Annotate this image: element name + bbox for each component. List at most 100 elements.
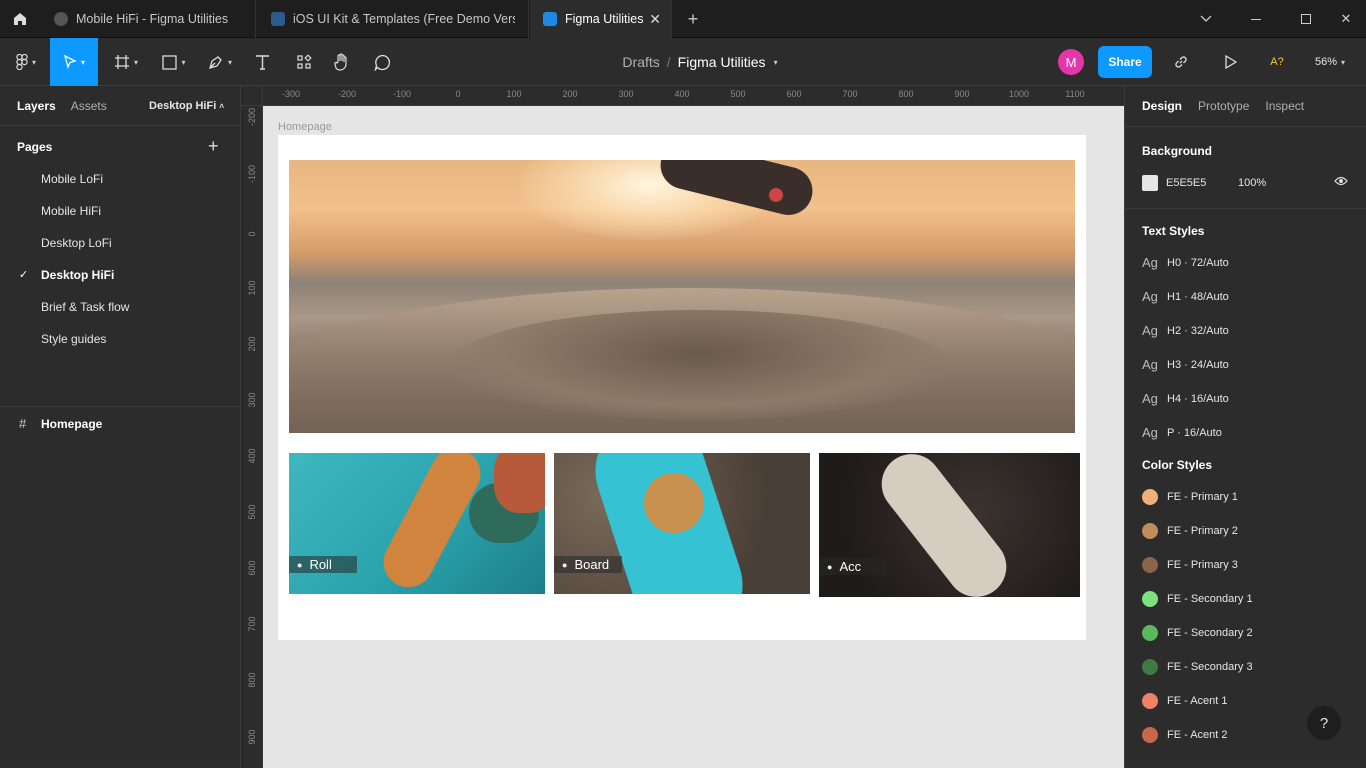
chevron-down-icon[interactable] <box>1186 0 1226 38</box>
left-panel-tabs: Layers Assets Desktop HiFi ˄ <box>0 86 240 126</box>
ruler-tick: 600 <box>786 89 802 99</box>
page-switcher[interactable]: Desktop HiFi ˄ <box>149 100 224 112</box>
ruler-tick: 400 <box>247 448 257 464</box>
tab-prototype[interactable]: Prototype <box>1198 99 1249 113</box>
ruler-tick: 500 <box>730 89 746 99</box>
page-item-desktop-lofi[interactable]: Desktop LoFi <box>41 236 112 250</box>
tab-title: Mobile HiFi - Figma Utilities <box>76 12 229 26</box>
frame-icon <box>114 55 129 69</box>
present-button[interactable] <box>1218 38 1244 86</box>
hand-icon <box>334 53 347 71</box>
canvas[interactable]: Homepage ● Roll ● Board ● Acc <box>263 106 1124 768</box>
card-label: ● Board <box>554 556 622 573</box>
ruler-tick: 400 <box>674 89 690 99</box>
background-swatch[interactable] <box>1142 175 1158 191</box>
color-swatch <box>1142 693 1158 709</box>
tab-title: Figma Utilities <box>565 12 644 26</box>
layer-item-homepage[interactable]: Homepage <box>41 417 102 431</box>
browser-tab-2[interactable]: Figma Utilities ✕ <box>530 0 672 38</box>
hand-tool-button[interactable] <box>328 38 356 86</box>
browser-tab-1[interactable]: iOS UI Kit & Templates (Free Demo Versio… <box>257 0 529 38</box>
shape-tool-button[interactable]: ▾ <box>154 38 194 86</box>
eye-icon[interactable] <box>1334 176 1348 186</box>
file-name[interactable]: Figma Utilities <box>678 54 766 70</box>
cursor-icon <box>64 55 77 69</box>
ruler-tick: 700 <box>247 616 257 632</box>
text-style-h1[interactable]: Ag H1 · 48/Auto <box>1142 289 1229 304</box>
ruler-corner <box>241 86 263 106</box>
tab-assets[interactable]: Assets <box>71 99 107 113</box>
chevron-down-icon[interactable]: ▾ <box>774 58 778 67</box>
new-tab-icon[interactable]: + <box>680 0 706 38</box>
background-hex[interactable]: E5E5E5 <box>1166 177 1206 189</box>
hero-image <box>289 160 1075 433</box>
frame-tool-button[interactable]: ▾ <box>106 38 146 86</box>
ruler-tick: -100 <box>247 165 257 184</box>
color-style-primary-3[interactable]: FE - Primary 3 <box>1142 557 1238 573</box>
avatar[interactable]: M <box>1057 38 1085 86</box>
color-style-secondary-3[interactable]: FE - Secondary 3 <box>1142 659 1253 675</box>
color-style-secondary-1[interactable]: FE - Secondary 1 <box>1142 591 1253 607</box>
ruler-tick: 900 <box>954 89 970 99</box>
figma-menu-button[interactable]: ▾ <box>8 38 44 86</box>
figma-file-icon <box>543 12 557 26</box>
resources-button[interactable] <box>290 38 318 86</box>
restore-icon[interactable] <box>1286 0 1326 38</box>
ruler-tick: -300 <box>281 89 301 99</box>
card-roll[interactable]: ● Roll <box>289 453 545 594</box>
tab-design[interactable]: Design <box>1142 99 1182 113</box>
text-style-h0[interactable]: Ag H0 · 72/Auto <box>1142 255 1229 270</box>
right-panel-tabs: Design Prototype Inspect <box>1142 99 1304 113</box>
help-button[interactable]: ? <box>1307 706 1341 740</box>
comment-icon <box>373 54 390 71</box>
copy-link-button[interactable] <box>1168 38 1194 86</box>
tab-inspect[interactable]: Inspect <box>1265 99 1304 113</box>
text-styles-title: Text Styles <box>1142 224 1205 238</box>
color-swatch <box>1142 557 1158 573</box>
missing-fonts-button[interactable]: A? <box>1262 38 1292 86</box>
color-style-acent-1[interactable]: FE - Acent 1 <box>1142 693 1228 709</box>
ruler-tick: 1100 <box>1065 89 1085 99</box>
close-tab-icon[interactable]: ✕ <box>649 11 661 28</box>
breadcrumb-parent[interactable]: Drafts <box>622 54 659 70</box>
minimize-icon[interactable] <box>1236 0 1276 38</box>
divider <box>0 406 240 407</box>
breadcrumb: Drafts / Figma Utilities ▾ <box>600 38 800 86</box>
page-item-mobile-lofi[interactable]: Mobile LoFi <box>41 172 103 186</box>
close-window-icon[interactable]: ✕ <box>1326 0 1366 38</box>
zoom-dropdown[interactable]: 56% ▾ <box>1306 38 1354 86</box>
background-opacity[interactable]: 100% <box>1238 177 1266 189</box>
comment-tool-button[interactable] <box>368 38 396 86</box>
home-icon[interactable] <box>0 0 40 38</box>
page-item-style-guides[interactable]: Style guides <box>41 332 106 346</box>
tab-layers[interactable]: Layers <box>17 99 56 113</box>
frame-label[interactable]: Homepage <box>278 121 332 133</box>
add-page-icon[interactable]: + <box>208 136 219 157</box>
color-style-acent-2[interactable]: FE - Acent 2 <box>1142 727 1228 743</box>
figma-toolbar: ▾ ▾ ▾ ▾ ▾ Drafts / Figma Utilities ▾ M S… <box>0 38 1366 86</box>
pen-tool-button[interactable]: ▾ <box>200 38 240 86</box>
share-button[interactable]: Share <box>1098 46 1152 78</box>
zoom-value: 56% <box>1314 56 1337 68</box>
color-style-secondary-2[interactable]: FE - Secondary 2 <box>1142 625 1253 641</box>
play-icon <box>54 12 68 26</box>
card-board[interactable]: ● Board <box>554 453 810 594</box>
text-style-h3[interactable]: Ag H3 · 24/Auto <box>1142 357 1229 372</box>
browser-tab-0[interactable]: Mobile HiFi - Figma Utilities <box>42 0 256 38</box>
text-style-h2[interactable]: Ag H2 · 32/Auto <box>1142 323 1229 338</box>
page-item-desktop-hifi[interactable]: Desktop HiFi <box>41 268 114 282</box>
card-label-text: Roll <box>309 557 332 572</box>
card-acc[interactable]: ● Acc <box>819 453 1080 597</box>
color-style-primary-2[interactable]: FE - Primary 2 <box>1142 523 1238 539</box>
color-style-primary-1[interactable]: FE - Primary 1 <box>1142 489 1238 505</box>
ruler-tick: 0 <box>247 231 257 237</box>
divider <box>1125 126 1366 127</box>
text-style-p[interactable]: Ag P · 16/Auto <box>1142 425 1222 440</box>
text-tool-button[interactable] <box>248 38 276 86</box>
text-style-h4[interactable]: Ag H4 · 16/Auto <box>1142 391 1229 406</box>
page-item-mobile-hifi[interactable]: Mobile HiFi <box>41 204 101 218</box>
move-tool-button[interactable]: ▾ <box>50 38 98 86</box>
page-item-brief-task-flow[interactable]: Brief & Task flow <box>41 300 129 314</box>
ruler-tick: -200 <box>337 89 357 99</box>
homepage-frame[interactable]: ● Roll ● Board ● Acc <box>278 135 1086 640</box>
